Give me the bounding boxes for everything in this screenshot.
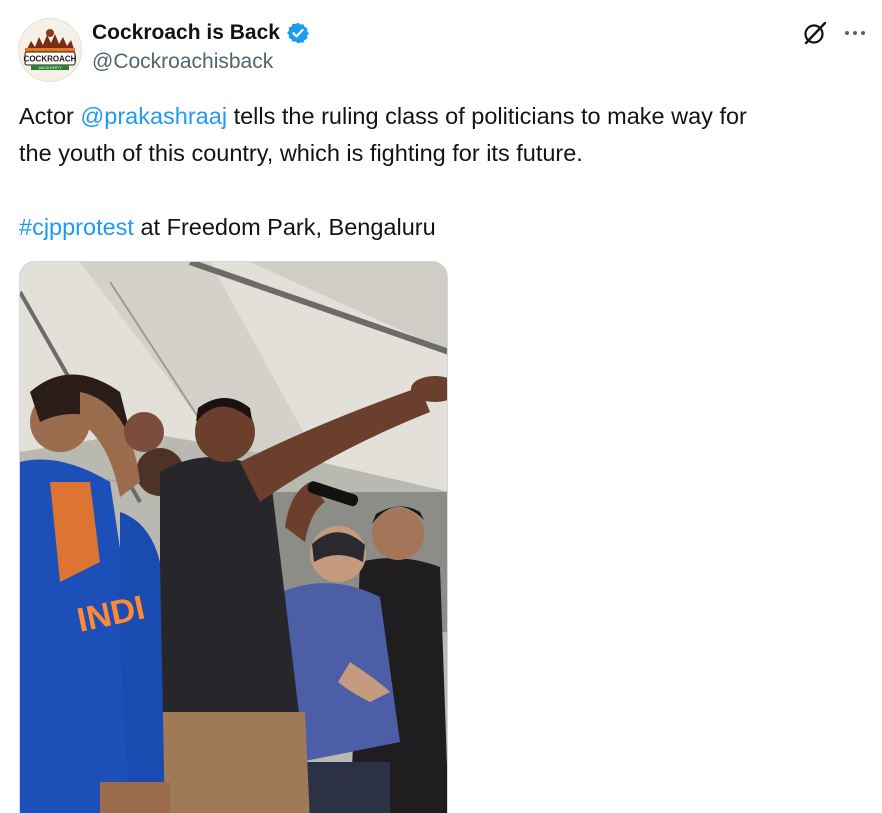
tweet-line-1: Actor @prakashraaj tells the ruling clas… <box>19 98 859 135</box>
more-options-icon[interactable] <box>842 20 868 46</box>
avatar-text: COCKROACH <box>24 55 77 64</box>
tweet-prefix: Actor <box>19 103 81 129</box>
video-frame: INDI <box>20 262 447 813</box>
avatar-subtext: JANTA PARTY <box>38 66 62 70</box>
verified-badge-icon <box>287 22 309 44</box>
tweet-line-1-rest: tells the ruling class of politicians to… <box>227 103 747 129</box>
hashtag-link[interactable]: #cjpprotest <box>19 214 134 240</box>
mention-link[interactable]: @prakashraaj <box>80 103 227 129</box>
author-display-name[interactable]: Cockroach is Back <box>92 21 280 45</box>
avatar[interactable]: COCKROACH JANTA PARTY <box>18 18 82 82</box>
author-handle[interactable]: @Cockroachisback <box>92 50 273 74</box>
tweet-text: Actor @prakashraaj tells the ruling clas… <box>19 98 859 246</box>
tweet-line-3: #cjpprotest at Freedom Park, Bengaluru <box>19 209 859 246</box>
avatar-logo: COCKROACH JANTA PARTY <box>19 19 81 81</box>
location-text: at Freedom Park, Bengaluru <box>133 214 436 240</box>
grok-icon[interactable] <box>802 20 828 46</box>
tweet-line-2: the youth of this country, which is figh… <box>19 140 583 166</box>
author-name-row: Cockroach is Back <box>92 18 310 48</box>
tweet-card: COCKROACH JANTA PARTY Cockroach is Back … <box>0 0 882 813</box>
video-player[interactable]: INDI <box>19 261 448 813</box>
